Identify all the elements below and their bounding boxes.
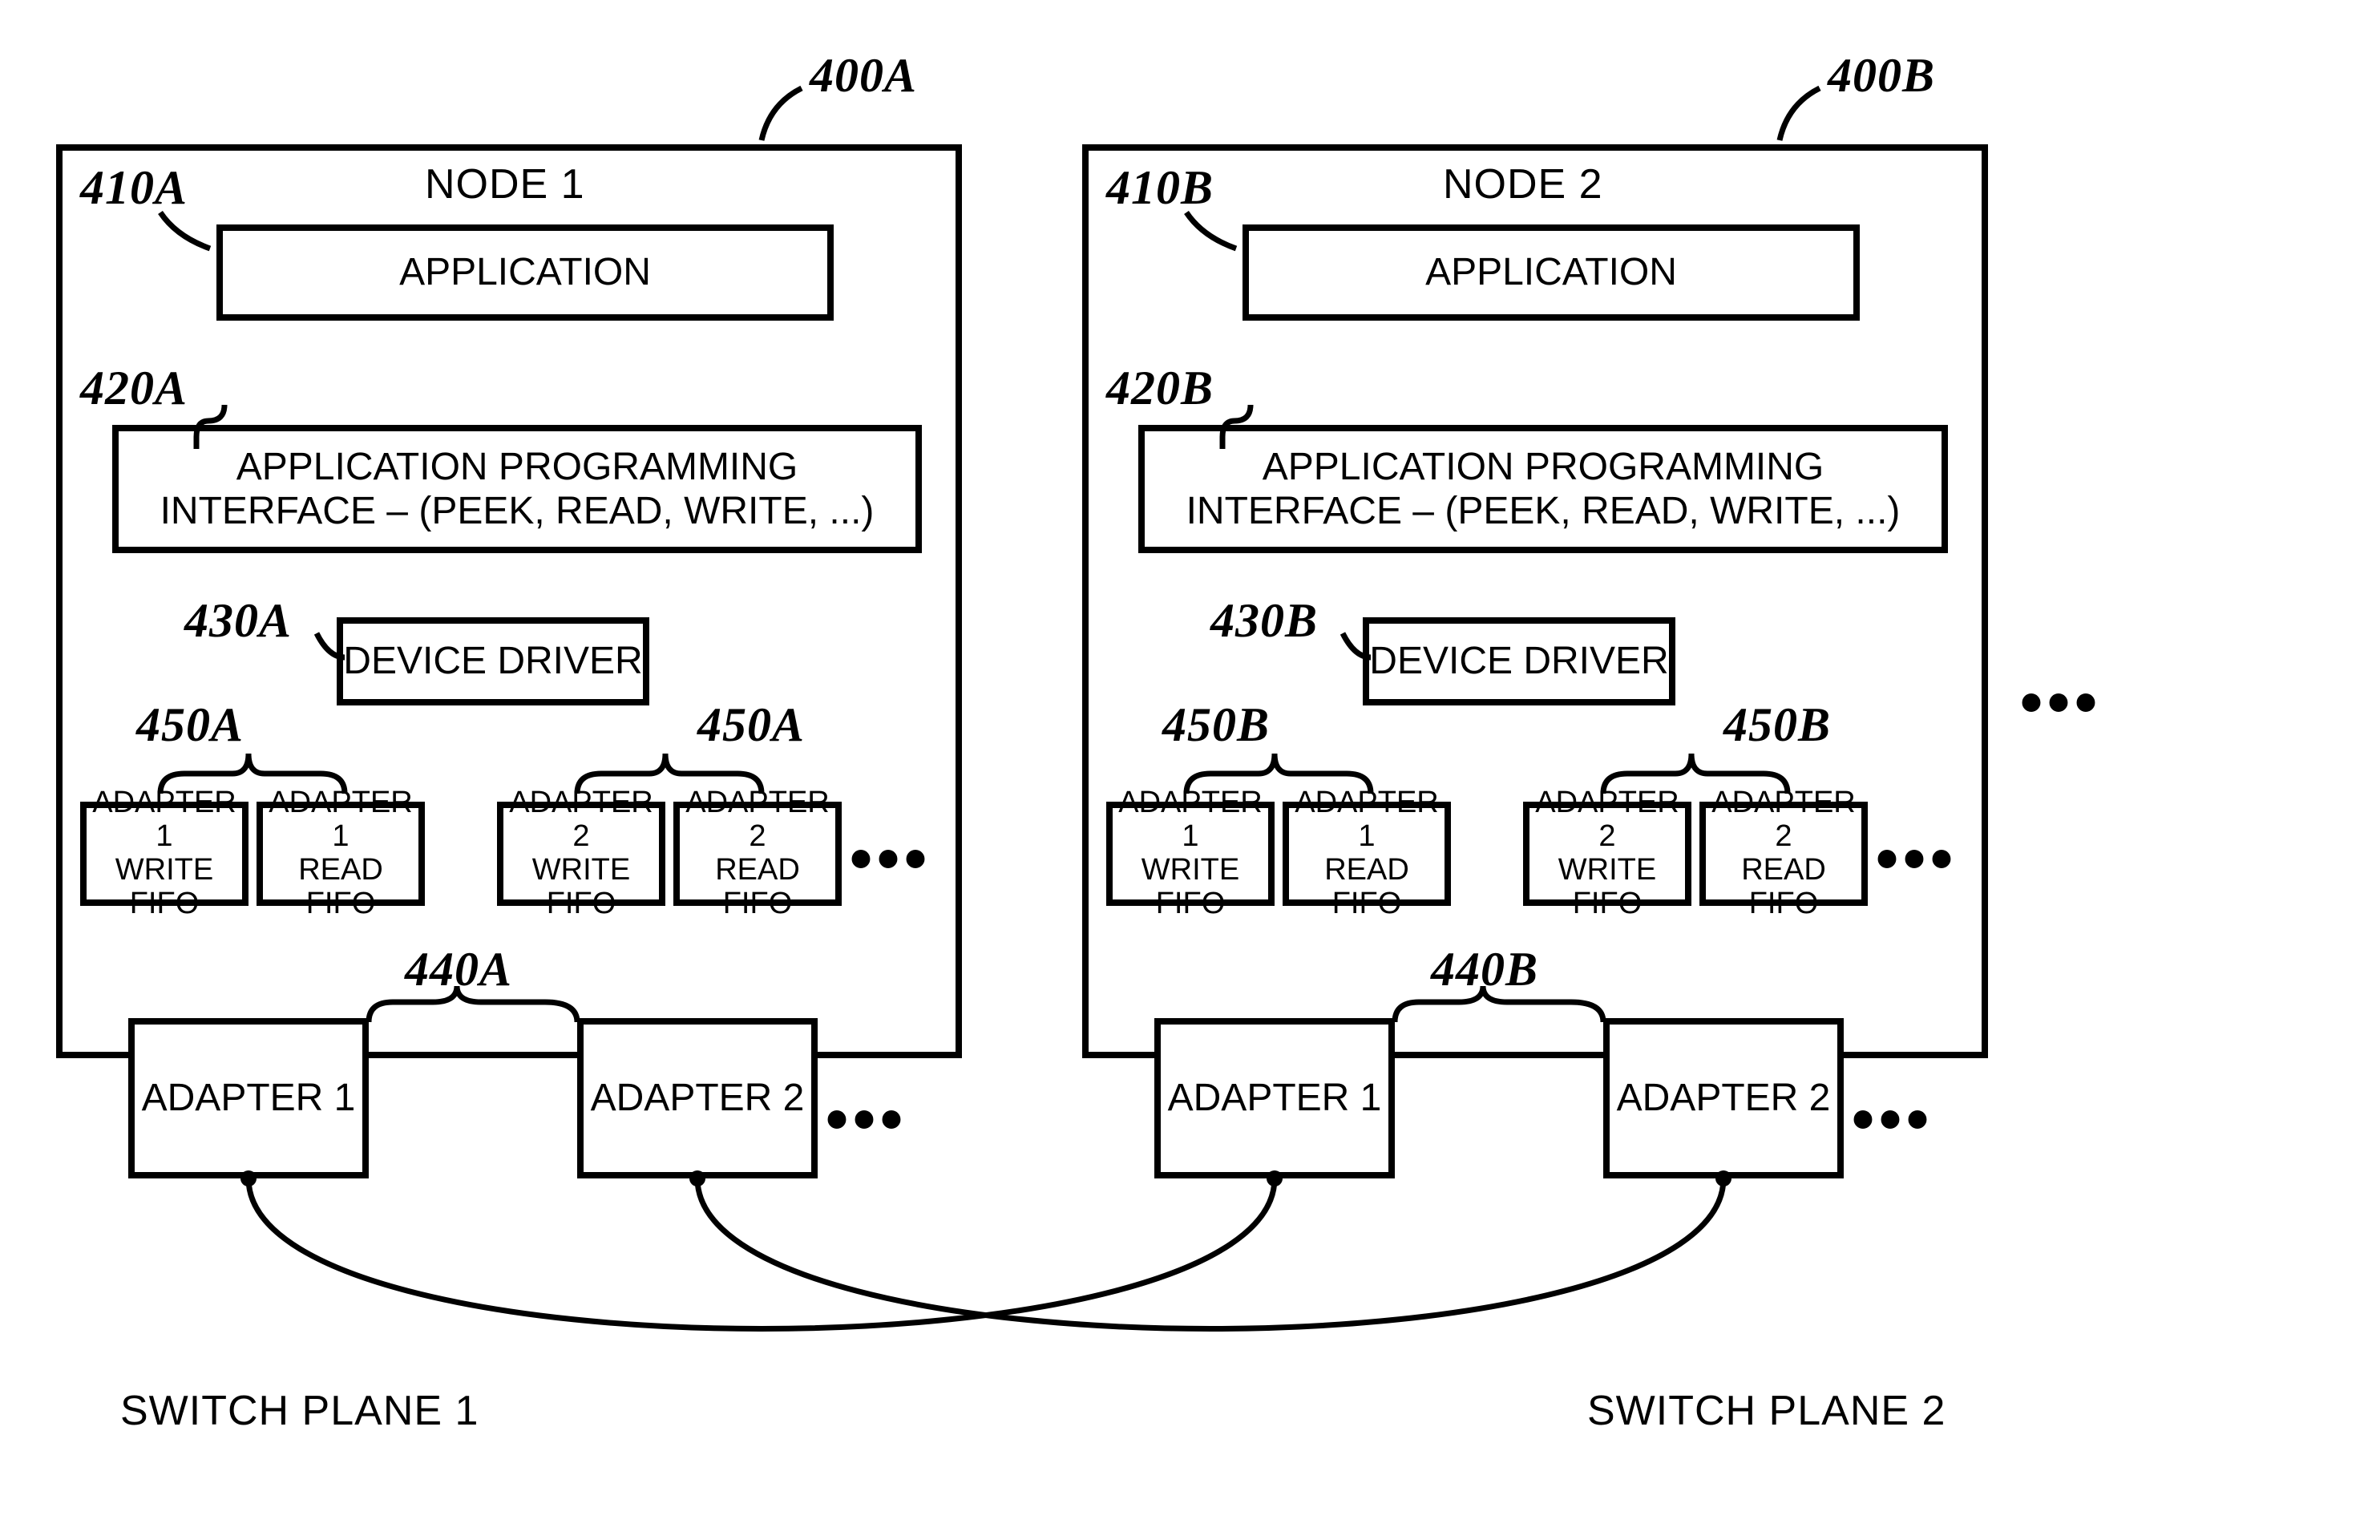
ref-450a-right: 450A	[697, 697, 805, 753]
fifo-b2r-l1: ADAPTER 2	[1706, 786, 1861, 854]
ref-430a: 430A	[184, 593, 292, 649]
ellipsis-fifo-a: •••	[850, 822, 931, 895]
ellipsis-adapter-a: •••	[826, 1082, 907, 1156]
fifo-b2r-l2: READ FIFO	[1706, 854, 1861, 921]
ref-410b: 410B	[1106, 160, 1214, 216]
ref-450b-left: 450B	[1162, 697, 1270, 753]
api-line2-b: INTERFACE – (PEEK, READ, WRITE, ...)	[1186, 489, 1901, 533]
adapter-b1-label: ADAPTER 1	[1168, 1076, 1382, 1120]
application-box-a: APPLICATION	[216, 224, 834, 321]
fifo-a1r-l1: ADAPTER 1	[263, 786, 418, 854]
ref-420b: 420B	[1106, 361, 1214, 416]
fifo-b1w-l2: WRITE FIFO	[1113, 854, 1268, 921]
switch-plane-1: SWITCH PLANE 1	[120, 1387, 479, 1435]
fifo-b2w-l2: WRITE FIFO	[1529, 854, 1685, 921]
ref-440a: 440A	[405, 942, 512, 997]
driver-box-b: DEVICE DRIVER	[1363, 617, 1675, 705]
driver-label-b: DEVICE DRIVER	[1369, 639, 1668, 683]
adapter-b1: ADAPTER 1	[1154, 1018, 1395, 1178]
ref-450a-left: 450A	[136, 697, 244, 753]
adapter-a1-label: ADAPTER 1	[142, 1076, 356, 1120]
fifo-b1r-l1: ADAPTER 1	[1289, 786, 1445, 854]
application-box-b: APPLICATION	[1243, 224, 1860, 321]
switch-plane-2: SWITCH PLANE 2	[1587, 1387, 1946, 1435]
adapter-b2: ADAPTER 2	[1603, 1018, 1844, 1178]
fifo-a2r-l2: READ FIFO	[680, 854, 835, 921]
fifo-a2w-l2: WRITE FIFO	[503, 854, 659, 921]
ref-420a: 420A	[80, 361, 188, 416]
fifo-b2w: ADAPTER 2 WRITE FIFO	[1523, 802, 1691, 906]
ellipsis-nodes: •••	[2020, 665, 2102, 739]
api-line1-a: APPLICATION PROGRAMMING	[236, 445, 798, 489]
ref-430b: 430B	[1210, 593, 1318, 649]
diagram-root: NODE 1 NODE 2 400A 400B APPLICATION APPL…	[0, 0, 2380, 1540]
driver-box-a: DEVICE DRIVER	[337, 617, 649, 705]
ref-410a: 410A	[80, 160, 188, 216]
fifo-b1r: ADAPTER 1 READ FIFO	[1283, 802, 1451, 906]
fifo-a2w: ADAPTER 2 WRITE FIFO	[497, 802, 665, 906]
ref-400b: 400B	[1828, 48, 1935, 103]
adapter-a2-label: ADAPTER 2	[591, 1076, 805, 1120]
fifo-a1w-l1: ADAPTER 1	[87, 786, 242, 854]
api-box-a: APPLICATION PROGRAMMING INTERFACE – (PEE…	[112, 425, 922, 553]
node-1-title: NODE 1	[425, 160, 585, 208]
fifo-a1w-l2: WRITE FIFO	[87, 854, 242, 921]
application-label-a: APPLICATION	[399, 250, 651, 294]
api-box-b: APPLICATION PROGRAMMING INTERFACE – (PEE…	[1138, 425, 1948, 553]
fifo-b2r: ADAPTER 2 READ FIFO	[1699, 802, 1868, 906]
fifo-a2r-l1: ADAPTER 2	[680, 786, 835, 854]
adapter-b2-label: ADAPTER 2	[1617, 1076, 1831, 1120]
fifo-b1r-l2: READ FIFO	[1289, 854, 1445, 921]
fifo-a2r: ADAPTER 2 READ FIFO	[673, 802, 842, 906]
fifo-a1r-l2: READ FIFO	[263, 854, 418, 921]
fifo-a1w: ADAPTER 1 WRITE FIFO	[80, 802, 249, 906]
driver-label-a: DEVICE DRIVER	[343, 639, 642, 683]
ref-400a: 400A	[810, 48, 917, 103]
fifo-b1w: ADAPTER 1 WRITE FIFO	[1106, 802, 1275, 906]
adapter-a1: ADAPTER 1	[128, 1018, 369, 1178]
application-label-b: APPLICATION	[1425, 250, 1677, 294]
fifo-a2w-l1: ADAPTER 2	[503, 786, 659, 854]
ellipsis-fifo-b: •••	[1876, 822, 1958, 895]
api-line1-b: APPLICATION PROGRAMMING	[1263, 445, 1824, 489]
fifo-b1w-l1: ADAPTER 1	[1113, 786, 1268, 854]
node-2-title: NODE 2	[1443, 160, 1603, 208]
ref-440b: 440B	[1431, 942, 1538, 997]
ref-450b-right: 450B	[1723, 697, 1831, 753]
api-line2-a: INTERFACE – (PEEK, READ, WRITE, ...)	[160, 489, 875, 533]
ellipsis-adapter-b: •••	[1852, 1082, 1933, 1156]
fifo-a1r: ADAPTER 1 READ FIFO	[257, 802, 425, 906]
adapter-a2: ADAPTER 2	[577, 1018, 818, 1178]
fifo-b2w-l1: ADAPTER 2	[1529, 786, 1685, 854]
